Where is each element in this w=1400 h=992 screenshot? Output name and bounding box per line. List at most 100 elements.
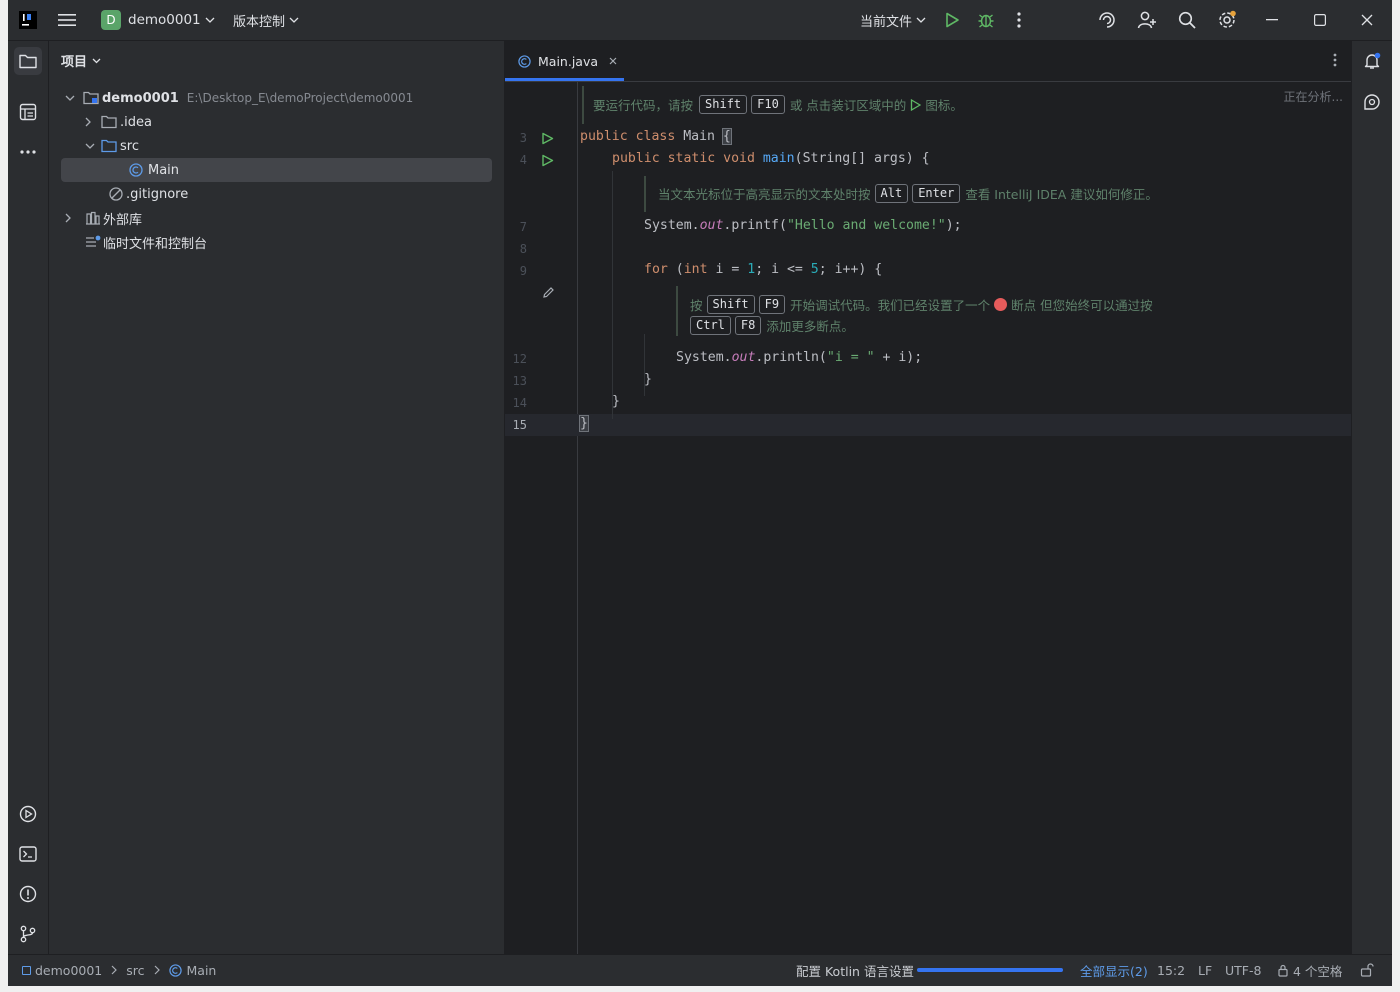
chevron-right-icon[interactable]	[65, 213, 85, 223]
vcs-label: 版本控制	[233, 14, 286, 30]
indent-setting[interactable]: 4 个空格	[1277, 955, 1342, 985]
tree-node-idea[interactable]: .idea	[85, 110, 152, 134]
search-icon[interactable]	[1178, 0, 1196, 40]
breadcrumb-item[interactable]: Main	[187, 963, 217, 978]
project-view-selector[interactable]: 项目	[61, 51, 101, 70]
line-separator[interactable]: LF	[1198, 955, 1212, 985]
key-shift: Shift	[699, 95, 748, 114]
chevron-right-icon	[154, 965, 160, 975]
tab-actions-icon[interactable]	[1333, 53, 1337, 67]
doc-hint-run: 要运行代码，请按 Shift F10 或 点击装订区域中的 图标。	[593, 95, 963, 114]
doc-hint-alt-enter: 当文本光标位于高亮显示的文本处时按 Alt Enter 查看 IntelliJ …	[658, 184, 1158, 203]
doc-text: 当文本光标位于高亮显示的文本处时按	[658, 187, 871, 202]
edit-doc-pencil-icon[interactable]	[542, 286, 555, 299]
task-progress-bar	[917, 968, 1063, 972]
run-button[interactable]	[944, 0, 960, 40]
task-progress-fill	[917, 968, 1063, 972]
caret-position[interactable]: 15:2	[1157, 955, 1185, 985]
code-token: public static void	[612, 151, 763, 166]
chevron-down-icon	[916, 17, 926, 23]
maximize-icon[interactable]	[1314, 0, 1326, 40]
code-line-14[interactable]: }	[612, 394, 620, 409]
chevron-down-icon	[289, 17, 299, 23]
file-encoding[interactable]: UTF-8	[1225, 955, 1261, 985]
key-f9: F9	[758, 295, 786, 314]
main-menu-icon[interactable]	[58, 0, 76, 40]
code-token: for	[644, 262, 676, 277]
code-token: System.	[644, 218, 700, 233]
chevron-right-icon	[111, 965, 118, 975]
tree-node-scratches[interactable]: 临时文件和控制台	[85, 230, 207, 254]
git-branch-icon[interactable]	[14, 920, 42, 948]
project-folder-icon[interactable]	[14, 47, 42, 75]
ai-assistant-icon[interactable]	[1097, 0, 1117, 40]
background-task-label[interactable]: 配置 Kotlin 语言设置	[796, 955, 914, 985]
settings-gear-icon[interactable]	[1217, 0, 1237, 40]
gutter-run-icon[interactable]	[541, 132, 554, 145]
add-user-icon[interactable]	[1137, 0, 1157, 40]
code-line-12[interactable]: System.out.println("i = " + i);	[676, 350, 922, 365]
tab-main-java[interactable]: Main.java	[505, 41, 624, 81]
code-line-3[interactable]: public class Main {	[580, 128, 732, 145]
gutter-run-icon[interactable]	[541, 154, 554, 167]
code-token: (	[675, 262, 684, 277]
project-name: demo0001	[128, 12, 201, 28]
app-logo-icon[interactable]	[19, 0, 37, 40]
chevron-right-icon[interactable]	[85, 117, 101, 127]
key-f8: F8	[734, 316, 762, 335]
doc-bar	[644, 176, 646, 212]
code-line-9[interactable]: for (int i = 1; i <= 5; i++) {	[644, 262, 882, 277]
line-number: 14	[512, 396, 527, 410]
source-folder-icon	[101, 139, 117, 153]
run-config-label: 当前文件	[860, 14, 913, 30]
code-token: + i);	[874, 350, 923, 365]
code-line-13[interactable]: }	[644, 372, 652, 387]
project-selector[interactable]: D demo0001	[101, 0, 215, 40]
code-token: out	[699, 218, 724, 233]
code-token: out	[731, 350, 756, 365]
chevron-down-icon	[92, 58, 101, 64]
doc-text: 断点 但您始终可以通过按	[1011, 298, 1153, 313]
more-tools-icon[interactable]	[14, 138, 42, 166]
key-alt: Alt	[874, 184, 909, 203]
tree-node-project-root[interactable]: demo0001 E:\Desktop_E\demoProject\demo00…	[65, 86, 413, 110]
problems-icon[interactable]	[14, 880, 42, 908]
structure-icon[interactable]	[14, 98, 42, 126]
services-icon[interactable]	[14, 800, 42, 828]
tree-node-label: 临时文件和控制台	[103, 236, 208, 252]
line-number: 3	[519, 131, 527, 145]
terminal-icon[interactable]	[14, 840, 42, 868]
doc-text: 图标。	[925, 98, 963, 113]
module-icon	[22, 965, 31, 975]
tree-node-gitignore[interactable]: .gitignore	[109, 182, 188, 206]
chevron-down-icon[interactable]	[85, 143, 101, 149]
notifications-bell-icon[interactable]	[1358, 47, 1386, 75]
code-token: "Hello and welcome!"	[786, 218, 946, 233]
show-all-tasks-link[interactable]: 全部显示(2)	[1080, 955, 1148, 985]
debug-button[interactable]	[977, 0, 995, 40]
chevron-down-icon[interactable]	[65, 95, 81, 101]
tree-node-external-libs[interactable]: 外部库	[65, 206, 142, 230]
doc-text: 开始调试代码。我们已经设置了一个	[790, 298, 991, 313]
code-line-7[interactable]: System.out.printf("Hello and welcome!");	[644, 218, 962, 233]
code-line-4[interactable]: public static void main(String[] args) {	[612, 151, 930, 166]
left-tool-strip	[8, 41, 49, 954]
tree-node-src[interactable]: src	[85, 134, 139, 158]
title-bar: D demo0001 版本控制 当前文件	[8, 0, 1392, 41]
tree-node-label: .gitignore	[126, 186, 189, 202]
code-token-brace: }	[579, 415, 589, 432]
close-tab-icon[interactable]	[609, 57, 617, 65]
breadcrumb-item[interactable]: src	[126, 963, 144, 978]
breadcrumb-item[interactable]: demo0001	[35, 963, 102, 978]
current-line-highlight	[505, 414, 1351, 436]
run-config-selector[interactable]: 当前文件	[860, 0, 926, 40]
tree-node-label: .idea	[120, 114, 152, 130]
more-actions-icon[interactable]	[1017, 0, 1021, 40]
ai-chat-icon[interactable]	[1358, 88, 1386, 116]
vcs-menu[interactable]: 版本控制	[233, 0, 299, 40]
read-only-toggle-icon[interactable]	[1360, 955, 1374, 985]
close-icon[interactable]	[1361, 0, 1373, 40]
tree-node-main[interactable]: Main	[129, 158, 179, 182]
code-line-15[interactable]: }	[579, 415, 589, 432]
minimize-icon[interactable]	[1266, 0, 1278, 40]
